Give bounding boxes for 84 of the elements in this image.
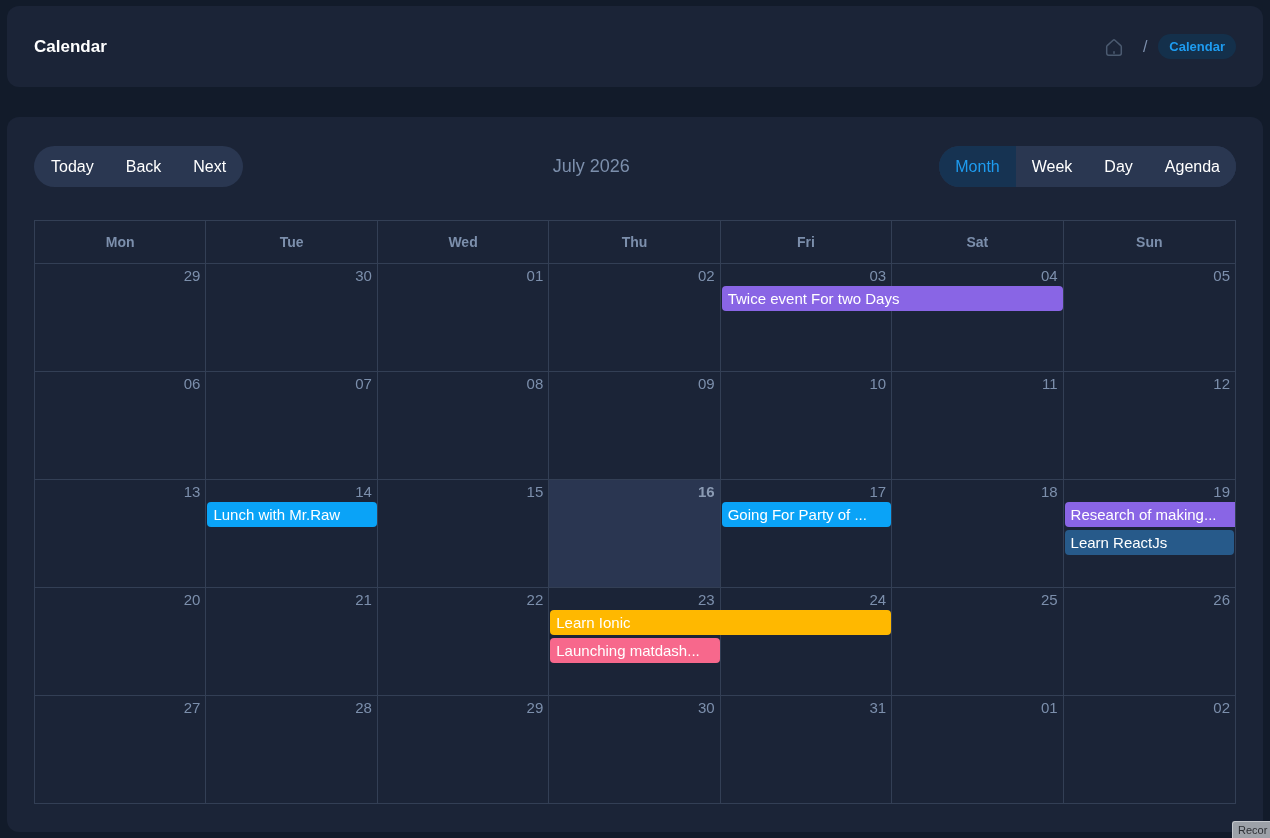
- event-bar[interactable]: Learn ReactJs: [1064, 530, 1234, 555]
- date-number: 29: [183, 266, 202, 286]
- day-cell[interactable]: 31: [720, 695, 893, 803]
- day-cell[interactable]: 11: [892, 371, 1064, 479]
- date-number: 04: [1040, 266, 1059, 286]
- day-cell[interactable]: 12: [1063, 371, 1235, 479]
- day-cell[interactable]: 01: [377, 263, 550, 371]
- date-number: 31: [869, 698, 888, 718]
- day-cell[interactable]: 25: [892, 587, 1064, 695]
- date-number: 12: [1213, 374, 1231, 394]
- weekday-header: Sat: [892, 221, 1064, 263]
- breadcrumb-current[interactable]: Calendar: [1158, 34, 1236, 59]
- day-cell[interactable]: 30: [549, 695, 721, 803]
- date-number: 30: [355, 266, 373, 286]
- overlay-tab[interactable]: Recor: [1232, 821, 1270, 838]
- day-cell[interactable]: 02: [549, 263, 721, 371]
- weekday-header: Tue: [206, 221, 378, 263]
- date-number: 29: [526, 698, 545, 718]
- date-number: 24: [869, 590, 888, 610]
- event-bar[interactable]: Twice event For two Days: [721, 286, 1063, 311]
- breadcrumb-separator: /: [1142, 36, 1148, 57]
- date-number: 30: [698, 698, 716, 718]
- weekday-header: Sun: [1135, 232, 1164, 252]
- nav-button[interactable]: Today: [35, 146, 110, 187]
- date-number: 08: [526, 374, 545, 394]
- date-number: 19: [1213, 482, 1231, 502]
- day-cell[interactable]: 29: [377, 695, 550, 803]
- day-cell[interactable]: 18: [892, 479, 1064, 587]
- event-bar[interactable]: Lunch with Mr.Raw: [207, 502, 377, 527]
- date-number: 21: [355, 590, 373, 610]
- event-bar[interactable]: Going For Party of ...: [721, 502, 892, 527]
- weekday-header: Fri: [720, 221, 893, 263]
- event-bar[interactable]: Launching matdash...: [550, 638, 720, 663]
- date-number: 02: [1213, 698, 1231, 718]
- day-cell[interactable]: 10: [720, 371, 893, 479]
- nav-button[interactable]: Back: [109, 146, 178, 187]
- month-label: July 2026: [552, 155, 630, 178]
- day-cell[interactable]: 16: [549, 479, 721, 587]
- date-number: 14: [355, 482, 373, 502]
- day-cell[interactable]: 08: [377, 371, 550, 479]
- event-bar[interactable]: Research of making...: [1064, 502, 1235, 527]
- day-cell[interactable]: 22: [377, 587, 550, 695]
- date-number: 13: [183, 482, 202, 502]
- date-number: 20: [183, 590, 202, 610]
- date-number: 10: [869, 374, 888, 394]
- view-tab[interactable]: Month: [939, 146, 1016, 187]
- day-cell[interactable]: 07: [206, 371, 378, 479]
- nav-button[interactable]: Next: [177, 146, 243, 187]
- date-number: 07: [355, 374, 373, 394]
- day-cell[interactable]: 06: [35, 371, 207, 479]
- day-cell[interactable]: 02: [1063, 695, 1235, 803]
- date-number: 11: [1042, 374, 1059, 394]
- weekday-header: Wed: [377, 221, 550, 263]
- date-number: 18: [1040, 482, 1059, 502]
- date-number: 02: [698, 266, 716, 286]
- date-number: 28: [355, 698, 373, 718]
- page-title: Calendar: [34, 35, 107, 58]
- day-cell[interactable]: 21: [206, 587, 378, 695]
- date-number: 25: [1040, 590, 1059, 610]
- date-number: 16: [698, 482, 716, 502]
- date-number: 26: [1213, 590, 1231, 610]
- date-number: 05: [1213, 266, 1231, 286]
- date-number: 17: [869, 482, 888, 502]
- day-cell[interactable]: 20: [35, 587, 207, 695]
- day-cell[interactable]: 27: [35, 695, 207, 803]
- day-cell[interactable]: 29: [35, 263, 207, 371]
- day-cell[interactable]: 30: [206, 263, 378, 371]
- date-number: 03: [869, 266, 888, 286]
- weekday-header: Mon: [35, 221, 207, 263]
- date-number: 23: [698, 590, 716, 610]
- date-number: 01: [526, 266, 545, 286]
- weekday-header: Thu: [549, 221, 721, 263]
- date-number: 01: [1040, 698, 1059, 718]
- day-cell[interactable]: 28: [206, 695, 378, 803]
- date-number: 27: [183, 698, 202, 718]
- day-cell[interactable]: 01: [892, 695, 1064, 803]
- day-cell[interactable]: 05: [1063, 263, 1235, 371]
- date-number: 22: [526, 590, 545, 610]
- date-number: 09: [698, 374, 716, 394]
- date-number: 06: [183, 374, 202, 394]
- date-number: 15: [526, 482, 545, 502]
- day-cell[interactable]: 26: [1063, 587, 1235, 695]
- day-cell[interactable]: 13: [35, 479, 207, 587]
- home-icon[interactable]: [1103, 36, 1124, 57]
